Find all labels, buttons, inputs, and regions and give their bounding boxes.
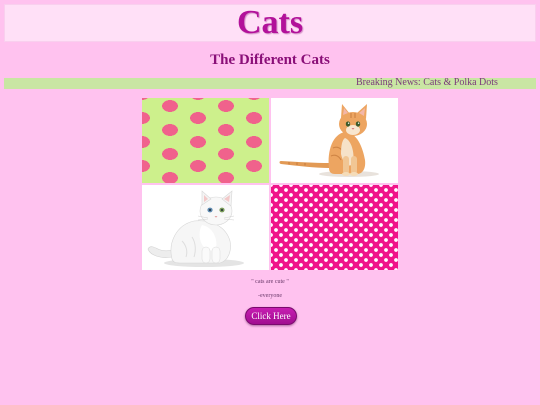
quote-attribution: -everyone <box>258 293 282 299</box>
news-ticker-text: Breaking News: Cats & Polka Dots <box>356 78 498 88</box>
green-polka-dot-image <box>142 98 269 183</box>
white-cat-illustration <box>147 190 244 267</box>
header-bar: Cats <box>4 4 536 42</box>
news-ticker: Breaking News: Cats & Polka Dots <box>4 78 536 89</box>
image-gallery <box>142 98 398 270</box>
site-title: Cats <box>236 4 304 41</box>
white-cat-image <box>142 185 269 270</box>
orange-kitten-image <box>271 98 398 183</box>
quote-text: " cats are cute " <box>251 279 289 285</box>
page-subtitle: The Different Cats <box>210 52 330 68</box>
click-here-button[interactable]: Click Here <box>245 307 297 325</box>
pink-polka-dot-image <box>271 185 398 270</box>
orange-kitten-illustration <box>279 104 379 177</box>
page: Cats The Different Cats Breaking News: C… <box>0 0 540 405</box>
